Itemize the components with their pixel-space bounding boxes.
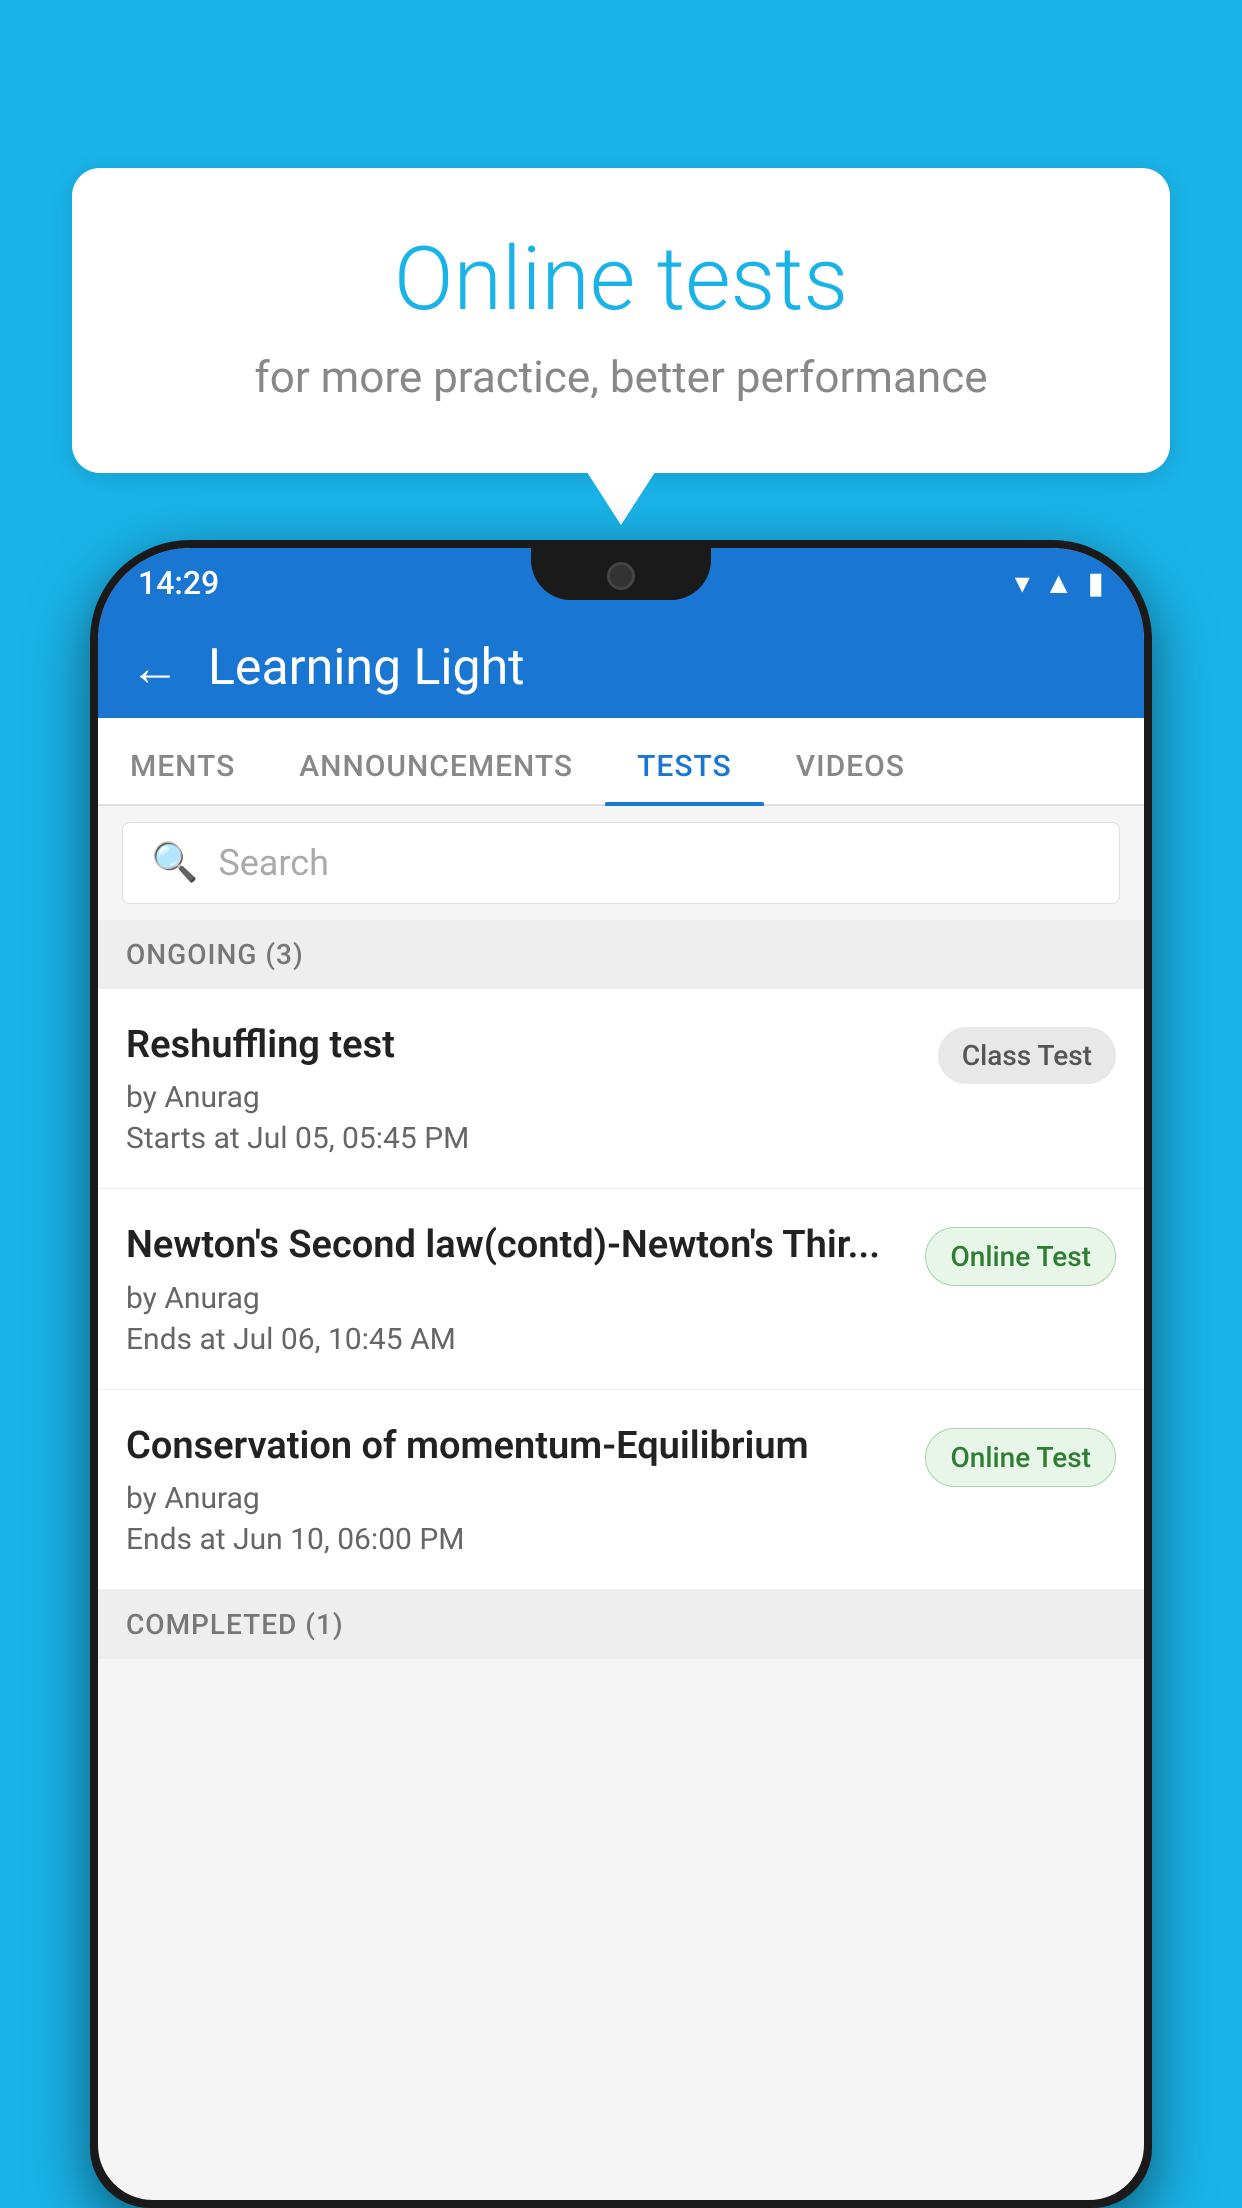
test-by: by Anurag: [126, 1481, 909, 1516]
search-icon: 🔍: [151, 841, 198, 885]
test-name: Newton's Second law(contd)-Newton's Thir…: [126, 1221, 909, 1270]
tab-ments[interactable]: MENTS: [98, 749, 267, 804]
app-bar: ← Learning Light: [98, 618, 1144, 718]
tab-tests[interactable]: TESTS: [605, 749, 764, 804]
signal-icon: ▲: [1044, 566, 1074, 601]
online-test-badge: Online Test: [925, 1227, 1116, 1286]
test-name: Reshuffling test: [126, 1021, 922, 1070]
test-date: Ends at Jun 10, 06:00 PM: [126, 1522, 909, 1557]
test-info: Reshuffling test by Anurag Starts at Jul…: [126, 1021, 922, 1156]
test-info: Newton's Second law(contd)-Newton's Thir…: [126, 1221, 909, 1356]
notch: [531, 548, 711, 600]
test-name: Conservation of momentum-Equilibrium: [126, 1422, 909, 1471]
phone-frame: 14:29 ▾ ▲ ▮ ← Learning Light MENTS ANNOU…: [90, 540, 1152, 2208]
test-by: by Anurag: [126, 1080, 922, 1115]
status-icons: ▾ ▲ ▮: [1015, 566, 1104, 601]
search-input[interactable]: Search: [218, 842, 329, 884]
status-time: 14:29: [138, 564, 219, 602]
wifi-icon: ▾: [1015, 566, 1030, 601]
app-title: Learning Light: [208, 639, 525, 697]
camera-icon: [607, 562, 635, 590]
status-bar: 14:29 ▾ ▲ ▮: [98, 548, 1144, 618]
bubble-subtitle: for more practice, better performance: [152, 351, 1090, 403]
test-by: by Anurag: [126, 1281, 909, 1316]
online-test-badge-2: Online Test: [925, 1428, 1116, 1487]
ongoing-section-header: ONGOING (3): [98, 920, 1144, 989]
test-item[interactable]: Conservation of momentum-Equilibrium by …: [98, 1390, 1144, 1590]
tab-videos[interactable]: VIDEOS: [764, 749, 937, 804]
tabs-bar: MENTS ANNOUNCEMENTS TESTS VIDEOS: [98, 718, 1144, 806]
test-list: Reshuffling test by Anurag Starts at Jul…: [98, 989, 1144, 1590]
test-date: Starts at Jul 05, 05:45 PM: [126, 1121, 922, 1156]
test-date: Ends at Jul 06, 10:45 AM: [126, 1322, 909, 1357]
test-info: Conservation of momentum-Equilibrium by …: [126, 1422, 909, 1557]
bubble-title: Online tests: [152, 228, 1090, 331]
test-item[interactable]: Reshuffling test by Anurag Starts at Jul…: [98, 989, 1144, 1189]
back-button[interactable]: ←: [130, 639, 180, 698]
completed-section-header: COMPLETED (1): [98, 1590, 1144, 1659]
class-test-badge: Class Test: [938, 1027, 1116, 1084]
tab-announcements[interactable]: ANNOUNCEMENTS: [267, 749, 605, 804]
search-container: 🔍 Search: [98, 806, 1144, 920]
battery-icon: ▮: [1087, 566, 1104, 601]
test-item[interactable]: Newton's Second law(contd)-Newton's Thir…: [98, 1189, 1144, 1389]
phone-inner: 14:29 ▾ ▲ ▮ ← Learning Light MENTS ANNOU…: [98, 548, 1144, 2200]
speech-bubble: Online tests for more practice, better p…: [72, 168, 1170, 473]
search-bar[interactable]: 🔍 Search: [122, 822, 1120, 904]
